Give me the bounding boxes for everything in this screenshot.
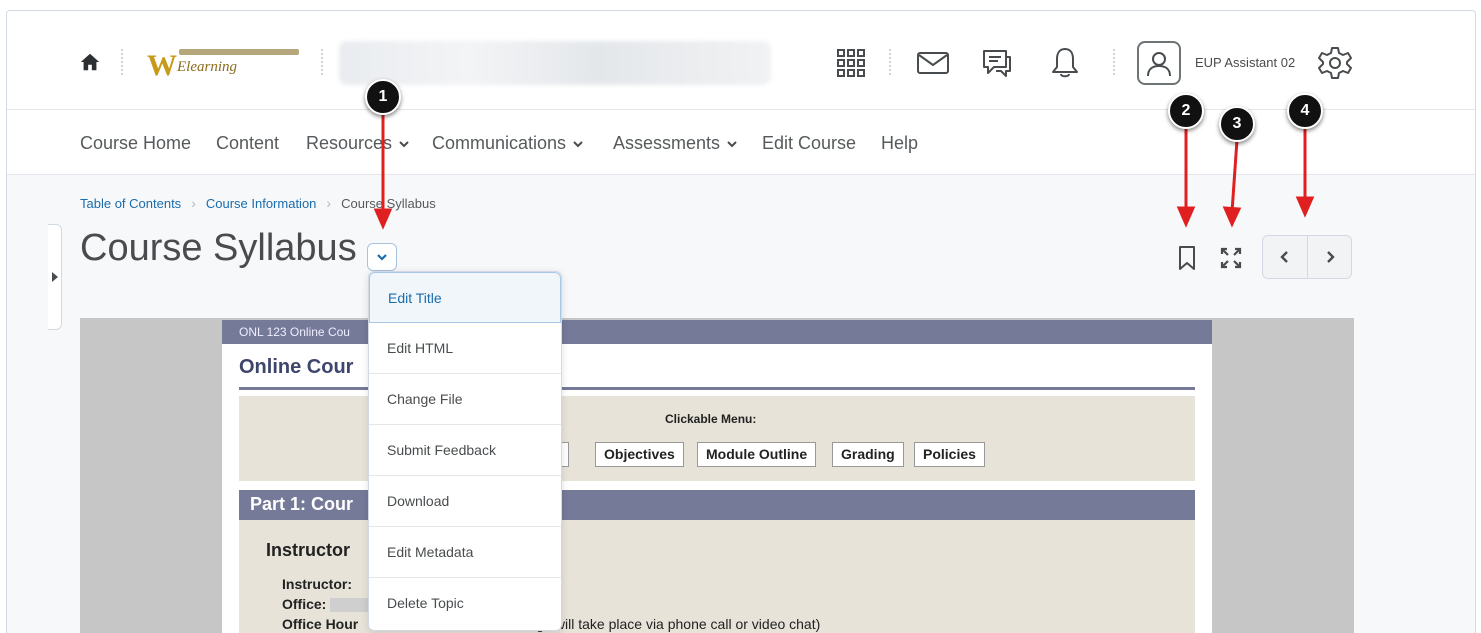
arrowhead-3: [1222, 206, 1242, 228]
arrow-3: [1230, 139, 1239, 213]
callout-1: 1: [365, 79, 401, 115]
arrowhead-1: [373, 208, 393, 230]
callout-4: 4: [1287, 93, 1323, 129]
arrowhead-4: [1295, 196, 1315, 218]
callout-2: 2: [1168, 93, 1204, 129]
callout-3: 3: [1219, 106, 1255, 142]
callout-arrows: [373, 115, 1315, 230]
arrowhead-2: [1176, 206, 1196, 228]
